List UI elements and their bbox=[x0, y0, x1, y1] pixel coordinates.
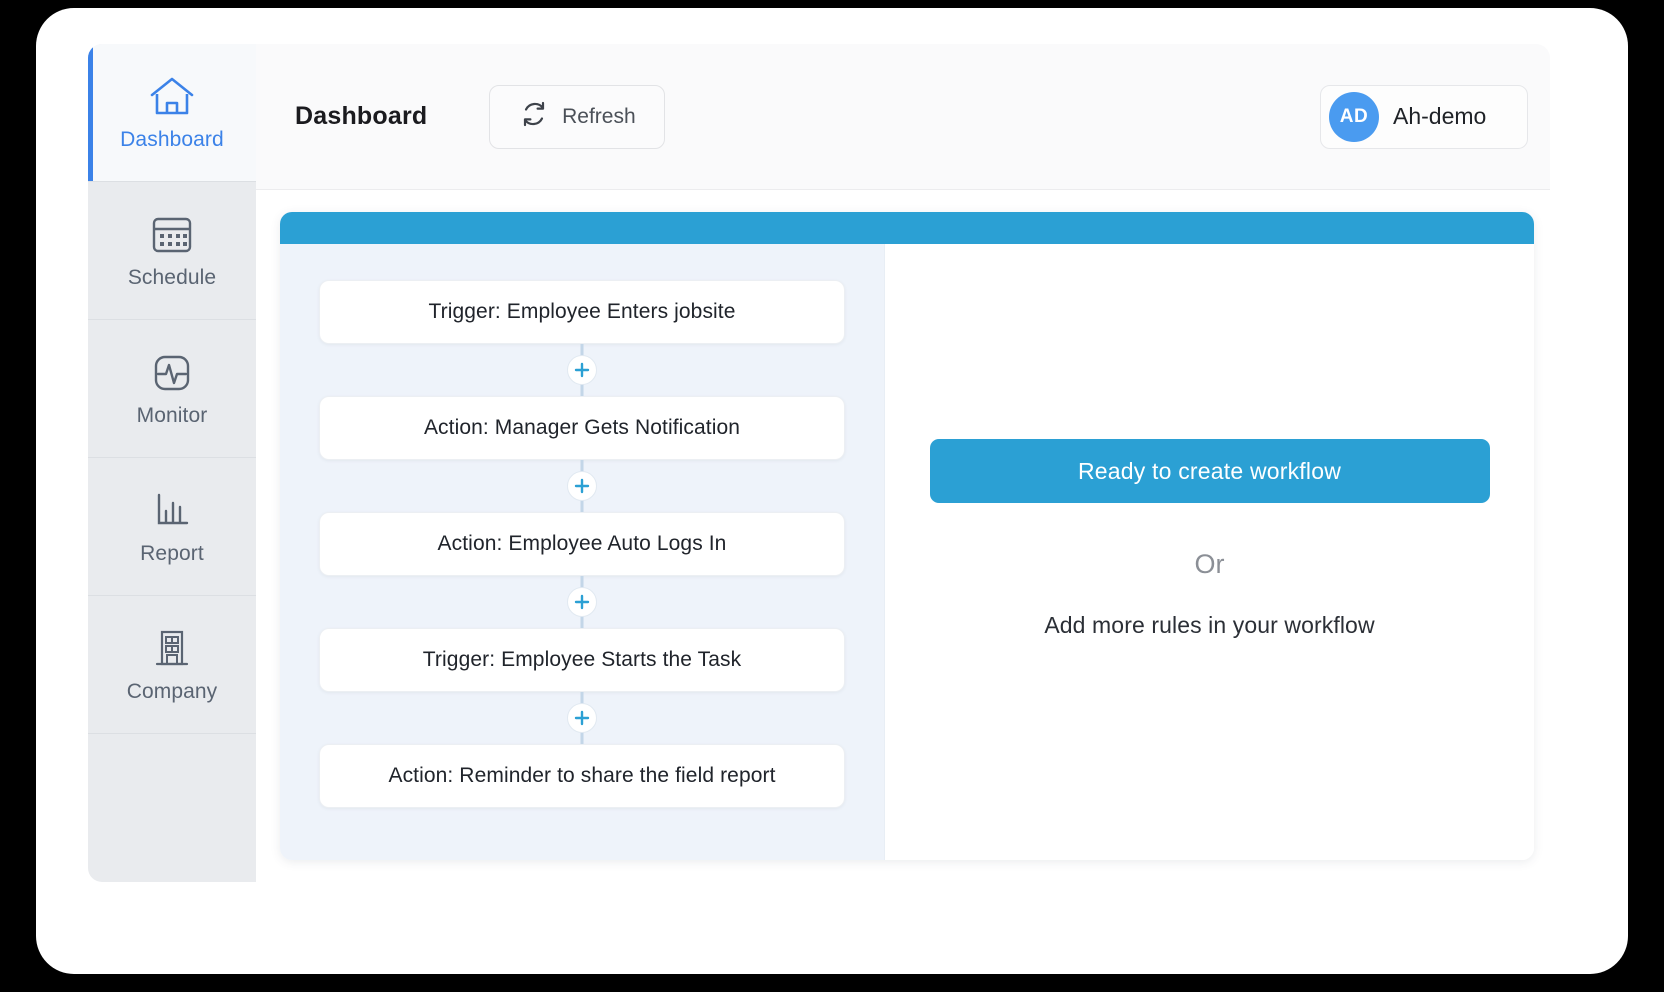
sidebar-item-label: Dashboard bbox=[120, 127, 224, 151]
sidebar-item-label: Report bbox=[140, 541, 204, 565]
sidebar-item-company[interactable]: Company bbox=[88, 596, 256, 734]
card-accent-bar bbox=[280, 212, 1534, 244]
app-window: all Geo Dashboard bbox=[36, 8, 1628, 974]
rule-card[interactable]: Action: Employee Auto Logs In bbox=[319, 512, 845, 576]
rule-label: Trigger: Employee Enters jobsite bbox=[428, 300, 736, 323]
sidebar-item-monitor[interactable]: Monitor bbox=[88, 320, 256, 458]
sidebar-item-dashboard[interactable]: Dashboard bbox=[88, 44, 256, 182]
refresh-button-label: Refresh bbox=[562, 104, 636, 128]
plus-icon bbox=[574, 710, 590, 726]
rule-list: Trigger: Employee Enters jobsite Action:… bbox=[280, 280, 884, 808]
rules-pane: Trigger: Employee Enters jobsite Action:… bbox=[280, 244, 884, 860]
top-bar: Dashboard Refresh AD Ah-demo bbox=[256, 44, 1550, 190]
refresh-icon bbox=[519, 99, 549, 134]
sidebar: all Geo Dashboard bbox=[88, 44, 256, 882]
avatar: AD bbox=[1329, 91, 1379, 142]
plus-icon bbox=[574, 594, 590, 610]
rule-connector bbox=[319, 344, 845, 396]
plus-icon bbox=[574, 362, 590, 378]
card-body: Trigger: Employee Enters jobsite Action:… bbox=[280, 244, 1534, 860]
rule-connector bbox=[319, 460, 845, 512]
sidebar-item-report[interactable]: Report bbox=[88, 458, 256, 596]
plus-icon bbox=[574, 478, 590, 494]
page-title: Dashboard bbox=[295, 102, 428, 130]
user-name: Ah-demo bbox=[1393, 103, 1487, 129]
sidebar-item-label: Schedule bbox=[127, 265, 217, 289]
sidebar-item-schedule[interactable]: Schedule bbox=[88, 182, 256, 320]
rule-card[interactable]: Trigger: Employee Enters jobsite bbox=[319, 280, 845, 344]
pulse-icon bbox=[149, 350, 195, 396]
workflow-card: Trigger: Employee Enters jobsite Action:… bbox=[280, 212, 1534, 860]
home-icon bbox=[148, 74, 196, 120]
or-separator-label: Or bbox=[1194, 549, 1225, 579]
rule-label: Action: Manager Gets Notification bbox=[423, 416, 741, 439]
sidebar-item-label: Company bbox=[126, 679, 218, 703]
add-rule-button[interactable] bbox=[567, 355, 597, 385]
add-rule-button[interactable] bbox=[567, 587, 597, 617]
create-workflow-button[interactable]: Ready to create workflow bbox=[929, 439, 1490, 503]
rule-card[interactable]: Action: Reminder to share the field repo… bbox=[319, 744, 845, 808]
rule-connector bbox=[319, 692, 845, 744]
rule-label: Trigger: Employee Starts the Task bbox=[422, 648, 742, 671]
rule-label: Action: Reminder to share the field repo… bbox=[388, 764, 776, 787]
rule-card[interactable]: Action: Manager Gets Notification bbox=[319, 396, 845, 460]
rule-connector bbox=[319, 576, 845, 628]
page-surface: all Geo Dashboard bbox=[88, 44, 1550, 920]
building-icon bbox=[149, 626, 195, 672]
sidebar-item-label: Monitor bbox=[136, 403, 208, 427]
cta-pane: Ready to create workflow Or Add more rul… bbox=[884, 244, 1534, 860]
calendar-icon bbox=[149, 212, 195, 258]
refresh-button[interactable]: Refresh bbox=[489, 84, 666, 149]
rule-card[interactable]: Trigger: Employee Starts the Task bbox=[319, 628, 845, 692]
add-more-rules-hint: Add more rules in your workflow bbox=[1044, 612, 1375, 638]
bar-chart-icon bbox=[149, 488, 195, 534]
add-rule-button[interactable] bbox=[567, 703, 597, 733]
screenshot-root: all Geo Dashboard bbox=[0, 0, 1664, 992]
add-rule-button[interactable] bbox=[567, 471, 597, 501]
user-menu[interactable]: AD Ah-demo bbox=[1320, 84, 1528, 149]
rule-label: Action: Employee Auto Logs In bbox=[437, 532, 727, 555]
